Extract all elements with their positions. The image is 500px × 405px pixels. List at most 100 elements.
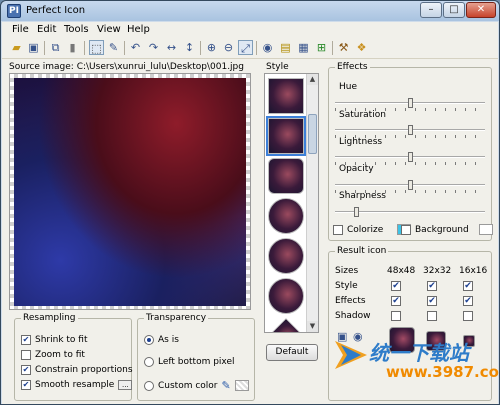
style-16-checkbox[interactable]: ✔ [463,281,473,291]
style-list[interactable]: ▲ ▼ [264,73,319,333]
delete-icon[interactable]: ▮ [65,40,80,55]
redo-icon[interactable]: ↷ [146,40,161,55]
size-32-label: 32x32 [423,266,452,276]
undo-icon[interactable]: ↶ [128,40,143,55]
effects-16-checkbox[interactable]: ✔ [463,296,473,306]
style-32-checkbox[interactable]: ✔ [427,281,437,291]
windows-icon[interactable]: ⊞ [314,40,329,55]
image-preview[interactable] [9,73,251,310]
shadow-32-checkbox[interactable] [427,311,437,321]
help-icon[interactable]: ❖ [354,40,369,55]
checkbox[interactable] [333,224,343,235]
result-icon-legend: Result icon [337,246,387,256]
style-thumb[interactable] [266,116,306,156]
source-photo [14,78,246,306]
default-button[interactable]: Default [266,344,318,361]
menu-help[interactable]: Help [127,24,150,35]
title-bar[interactable]: PI Perfect Icon – □ ✕ [1,1,499,21]
batch-icon[interactable]: ▤ [278,40,293,55]
flip-horizontal-icon[interactable]: ↔ [164,40,179,55]
checkbox[interactable]: ✔ [21,335,31,345]
shadow-48-checkbox[interactable] [391,311,401,321]
menu-file[interactable]: File [12,24,29,35]
left-bottom-pixel-option[interactable]: Left bottom pixel [144,357,235,367]
constrain-proportions-option[interactable]: ✔ Constrain proportions [21,365,133,375]
style-thumb[interactable] [268,198,304,234]
slider-thumb[interactable] [354,207,359,217]
style-row-label: Style [335,281,358,291]
toolbar-separator [124,41,125,55]
minimize-button[interactable]: – [420,2,442,18]
checkbox[interactable]: ✔ [21,380,31,390]
close-button[interactable]: ✕ [466,2,496,18]
zoom-out-icon[interactable]: ⊖ [221,40,236,55]
slider-thumb[interactable] [408,180,413,190]
menu-view[interactable]: View [97,24,121,35]
smooth-resample-option[interactable]: ✔ Smooth resample ... [21,380,133,390]
effects-row-label: Effects [335,296,366,306]
eyedropper-icon[interactable]: ✎ [222,379,231,392]
eyedropper-icon[interactable]: ✎ [106,40,121,55]
saturation-slider[interactable] [335,125,485,135]
sharpness-slider[interactable] [335,207,485,217]
style-thumb[interactable] [268,158,304,194]
flip-vertical-icon[interactable]: ↕ [182,40,197,55]
size-48-label: 48x48 [387,266,416,276]
resample-settings-button[interactable]: ... [118,380,133,390]
style-thumb[interactable] [268,278,304,314]
hue-label: Hue [339,82,358,92]
scrollbar-thumb[interactable] [308,114,317,154]
zoom-fit-icon[interactable]: ⤢ [238,40,253,55]
export-icon[interactable]: ▦ [296,40,311,55]
window-title: Perfect Icon [26,5,86,16]
menu-edit[interactable]: Edit [37,24,56,35]
custom-color-swatch[interactable] [234,380,249,391]
checkbox[interactable] [21,350,31,360]
slider-thumb[interactable] [408,125,413,135]
slider-thumb[interactable] [408,152,413,162]
effects-32-checkbox[interactable]: ✔ [427,296,437,306]
background-option[interactable]: Background [401,224,493,235]
style-thumb[interactable] [268,78,304,114]
radio-button[interactable] [144,357,154,367]
resampling-legend: Resampling [23,313,76,323]
zoom-in-icon[interactable]: ⊕ [204,40,219,55]
select-icon[interactable]: ⬚ [89,40,104,55]
shrink-to-fit-option[interactable]: ✔ Shrink to fit [21,335,88,345]
background-color-swatch[interactable] [478,224,493,235]
zoom-to-fit-option[interactable]: Zoom to fit [21,350,85,360]
radio-button[interactable] [144,380,154,391]
copy-icon[interactable]: ⧉ [48,40,63,55]
effects-48-checkbox[interactable]: ✔ [391,296,401,306]
scroll-down-icon[interactable]: ▼ [307,321,318,332]
save-icon[interactable]: ▣ [26,40,41,55]
style-48-checkbox[interactable]: ✔ [391,281,401,291]
tools-icon[interactable]: ⚒ [336,40,351,55]
as-is-option[interactable]: As is [144,335,179,345]
opacity-slider[interactable] [335,180,485,190]
style-scrollbar[interactable]: ▲ ▼ [306,74,318,332]
preview-icon[interactable]: ◉ [260,40,275,55]
option-label: Smooth resample [35,380,115,390]
toolbar-separator [44,41,45,55]
lightness-slider[interactable] [335,152,485,162]
style-label: Style [266,62,289,72]
menu-tools[interactable]: Tools [64,24,89,35]
resampling-group: Resampling ✔ Shrink to fit Zoom to fit ✔… [14,313,133,401]
custom-color-option[interactable]: Custom color ✎ [144,379,249,392]
style-thumb[interactable] [268,318,304,332]
radio-button[interactable] [144,335,154,345]
slider-thumb[interactable] [408,98,413,108]
hue-slider[interactable] [335,98,485,108]
maximize-button[interactable]: □ [443,2,465,18]
checkbox[interactable]: ✔ [21,365,31,375]
style-thumb[interactable] [268,238,304,274]
transparency-group: Transparency As is Left bottom pixel Cus… [137,313,255,401]
colorize-option[interactable]: Colorize [333,224,412,235]
scroll-up-icon[interactable]: ▲ [307,74,318,85]
open-icon[interactable]: ▰ [9,40,24,55]
option-label: Background [415,224,469,235]
menu-bar: File Edit Tools View Help [2,22,498,38]
shadow-16-checkbox[interactable] [463,311,473,321]
checkbox[interactable] [401,224,411,235]
